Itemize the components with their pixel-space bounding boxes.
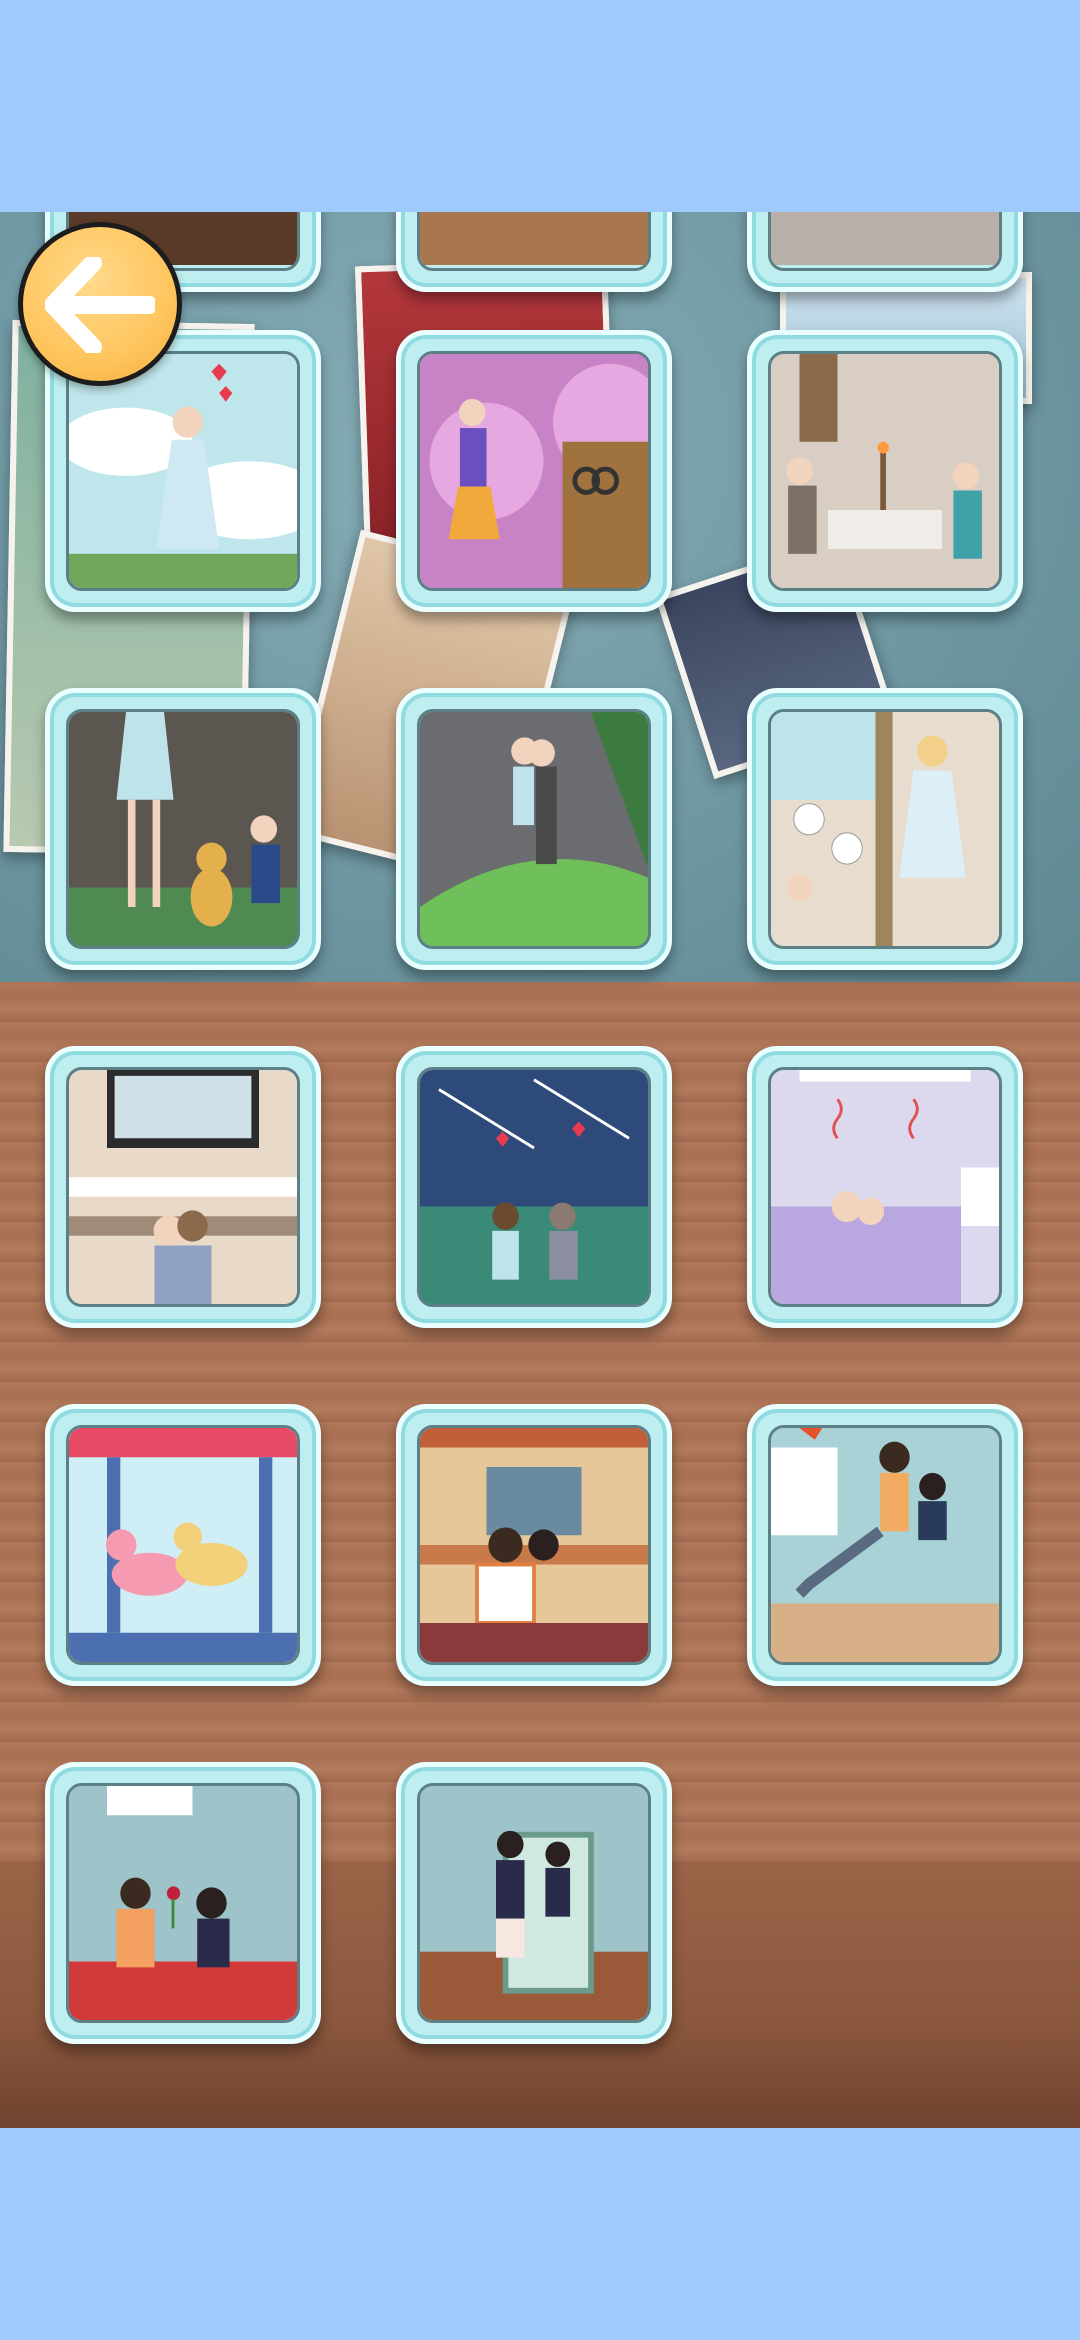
level-card-meteor-shower[interactable] <box>396 1046 672 1328</box>
level-card-rose-proposal[interactable] <box>45 1762 321 2044</box>
level-card-partial[interactable] <box>747 212 1023 292</box>
level-thumbnail <box>768 1067 1002 1307</box>
level-card-carousel-ponies[interactable] <box>45 1404 321 1686</box>
level-thumbnail <box>66 1425 300 1665</box>
level-card-partial[interactable] <box>396 212 672 292</box>
level-thumbnail <box>768 709 1002 949</box>
level-card-couple-at-desk[interactable] <box>396 1404 672 1686</box>
level-thumbnail <box>417 1067 651 1307</box>
level-card-candlelight-dinner[interactable] <box>747 330 1023 612</box>
level-thumbnail <box>66 709 300 949</box>
level-card-mirror-reflection[interactable] <box>396 1762 672 2044</box>
level-thumbnail <box>417 709 651 949</box>
back-button[interactable] <box>18 222 182 386</box>
level-thumbnail <box>66 1783 300 2023</box>
level-thumbnail <box>66 1067 300 1307</box>
level-card-singer-handcuffs[interactable] <box>396 330 672 612</box>
level-card-kitchen-thoughts[interactable] <box>747 688 1023 970</box>
level-thumbnail <box>417 1783 651 2023</box>
level-thumbnail <box>768 351 1002 591</box>
level-card-couple-in-bed[interactable] <box>747 1046 1023 1328</box>
level-card-kiss-on-hill[interactable] <box>396 688 672 970</box>
game-screen <box>0 212 1080 2128</box>
level-card-carrying-girl[interactable] <box>747 1404 1023 1686</box>
level-thumbnail <box>66 351 300 591</box>
level-card-couple-watching-tv[interactable] <box>45 1046 321 1328</box>
arrow-left-icon <box>45 257 155 353</box>
level-thumbnail <box>417 1425 651 1665</box>
level-thumbnail <box>417 351 651 591</box>
level-thumbnail <box>768 1425 1002 1665</box>
level-card-dog-on-leash[interactable] <box>45 688 321 970</box>
